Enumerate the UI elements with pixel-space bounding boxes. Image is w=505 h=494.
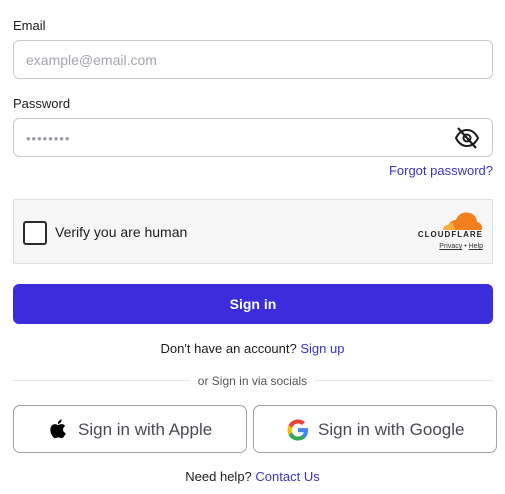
forgot-password-link[interactable]: Forgot password? xyxy=(389,163,493,178)
eye-slash-icon[interactable] xyxy=(454,126,480,150)
signup-prompt-text: Don't have an account? xyxy=(160,341,297,356)
password-field[interactable]: •••••••• xyxy=(13,118,493,157)
verify-human-checkbox[interactable] xyxy=(23,221,47,245)
password-input[interactable]: •••••••• xyxy=(26,131,70,146)
cloudflare-captcha: Verify you are human CLOUDFLARE Privacy … xyxy=(13,199,493,264)
sign-in-google-button[interactable]: Sign in with Google xyxy=(253,405,497,453)
email-input[interactable] xyxy=(14,41,492,78)
google-icon xyxy=(287,419,309,441)
sign-in-apple-label: Sign in with Apple xyxy=(78,420,213,439)
sign-up-link[interactable]: Sign up xyxy=(300,341,344,356)
help-prompt: Need help? Contact Us xyxy=(0,469,505,484)
sign-in-button[interactable]: Sign in xyxy=(13,284,493,324)
email-label: Email xyxy=(13,18,46,33)
captcha-link-separator: • xyxy=(464,243,467,250)
help-prompt-text: Need help? xyxy=(185,469,252,484)
socials-divider-label: or Sign in via socials xyxy=(0,374,505,388)
captcha-help-link[interactable]: Help xyxy=(469,243,483,250)
captcha-links: Privacy • Help xyxy=(439,243,483,250)
apple-icon xyxy=(50,419,66,439)
verify-human-label: Verify you are human xyxy=(55,224,188,240)
contact-us-link[interactable]: Contact Us xyxy=(255,469,319,484)
signup-prompt: Don't have an account? Sign up xyxy=(0,341,505,356)
sign-in-google-label: Sign in with Google xyxy=(318,420,465,439)
captcha-privacy-link[interactable]: Privacy xyxy=(439,243,462,250)
cloudflare-wordmark: CLOUDFLARE xyxy=(417,230,483,239)
sign-in-apple-button[interactable]: Sign in with Apple xyxy=(13,405,247,453)
email-field[interactable] xyxy=(13,40,493,79)
password-label: Password xyxy=(13,96,71,111)
socials-divider-text: or Sign in via socials xyxy=(189,374,316,388)
